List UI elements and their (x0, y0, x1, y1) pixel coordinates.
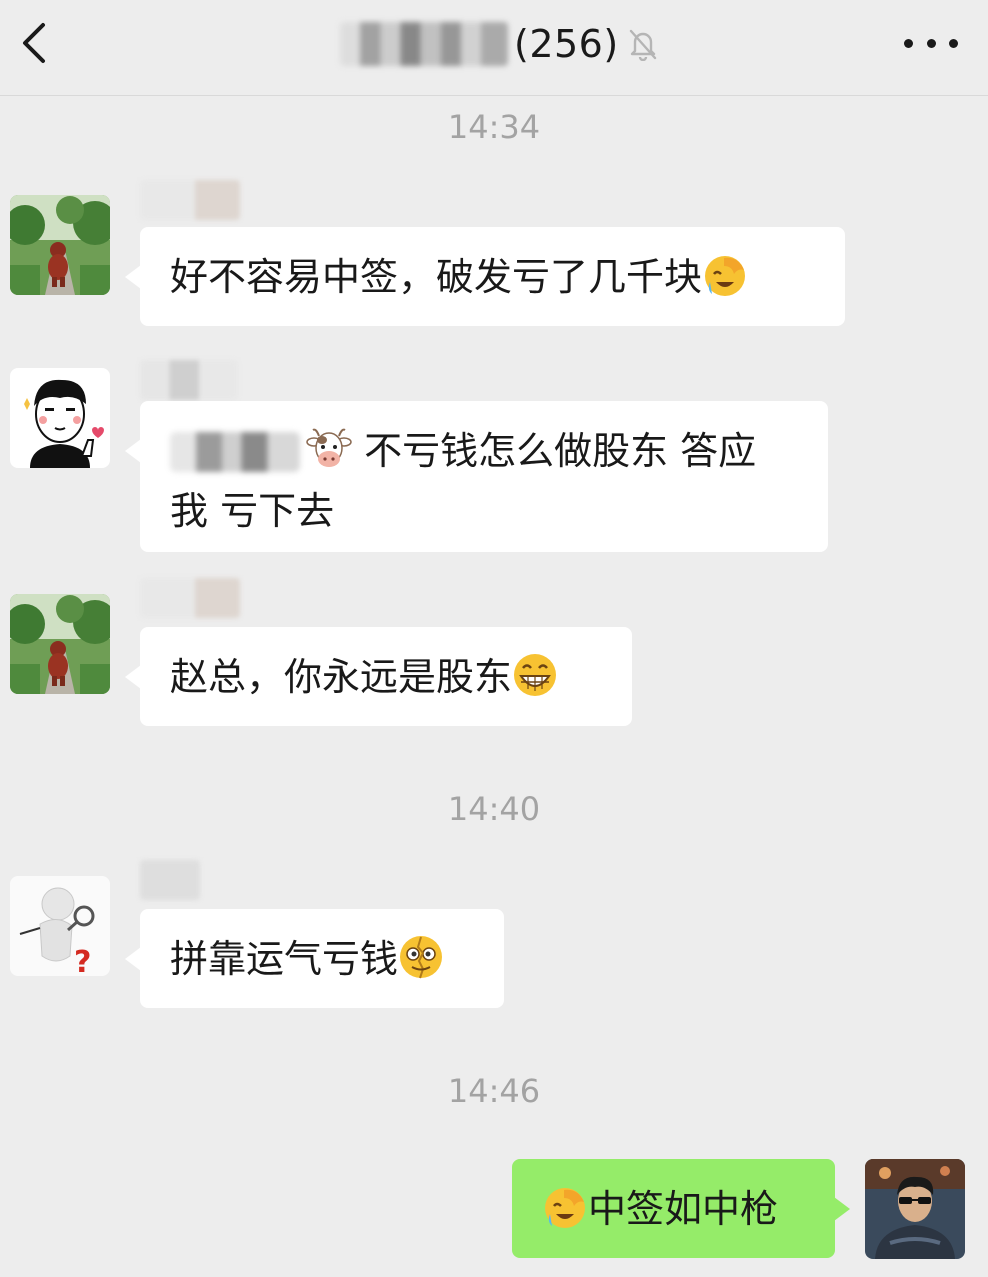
timestamp: 14:40 (447, 790, 541, 828)
facepalm-laugh-emoji (702, 252, 748, 311)
group-name-redacted (340, 22, 508, 66)
message-text-line2: 我 亏下去 (170, 489, 335, 533)
message-text: 赵总，你永远是股东 (170, 655, 513, 699)
sender-name-redacted (140, 360, 238, 400)
more-dots-icon (904, 38, 913, 48)
message-bubble[interactable]: 赵总，你永远是股东 (125, 627, 632, 726)
chat-title: (256) (340, 18, 659, 70)
timestamp: 14:34 (447, 108, 541, 146)
bell-off-icon (627, 26, 659, 62)
timestamp: 14:46 (447, 1072, 541, 1110)
avatar-self-sunglasses[interactable] (865, 1159, 965, 1259)
avatar-cartoon-boy[interactable] (10, 368, 110, 468)
member-count: (256) (514, 22, 619, 66)
message-text: 拼靠运气亏钱 (170, 937, 399, 981)
svg-text:?: ? (74, 945, 91, 976)
message-text: 中签如中枪 (588, 1187, 779, 1231)
avatar-bear-mascot[interactable] (10, 594, 110, 694)
chat-header: (256) (0, 0, 988, 96)
message-bubble[interactable]: 拼靠运气亏钱 (125, 909, 504, 1008)
message-bubble-own[interactable]: 中签如中枪 (512, 1159, 850, 1258)
message-bubble[interactable]: 好不容易中签，破发亏了几千块 (125, 227, 845, 326)
sender-name-redacted (140, 578, 240, 618)
sender-name-redacted (140, 180, 240, 220)
message-text: 好不容易中签，破发亏了几千块 (170, 255, 703, 299)
grin-emoji (512, 652, 558, 711)
more-dot (949, 38, 958, 48)
more-options-button[interactable] (904, 26, 958, 60)
cracked-face-emoji (398, 934, 444, 993)
cow-face-emoji (306, 426, 352, 485)
more-dot (926, 38, 936, 48)
chevron-left-icon (23, 23, 45, 63)
mention-redacted (170, 432, 300, 472)
avatar-bear-mascot[interactable] (10, 195, 110, 295)
avatar-3d-figure-question[interactable]: ? (10, 876, 110, 976)
message-bubble[interactable]: 不亏钱怎么做股东 答应 我 亏下去 (125, 401, 828, 552)
facepalm-laugh-emoji (542, 1184, 588, 1243)
back-button[interactable] (14, 20, 54, 66)
sender-name-redacted (140, 860, 200, 900)
message-text: 不亏钱怎么做股东 答应 (364, 429, 757, 473)
